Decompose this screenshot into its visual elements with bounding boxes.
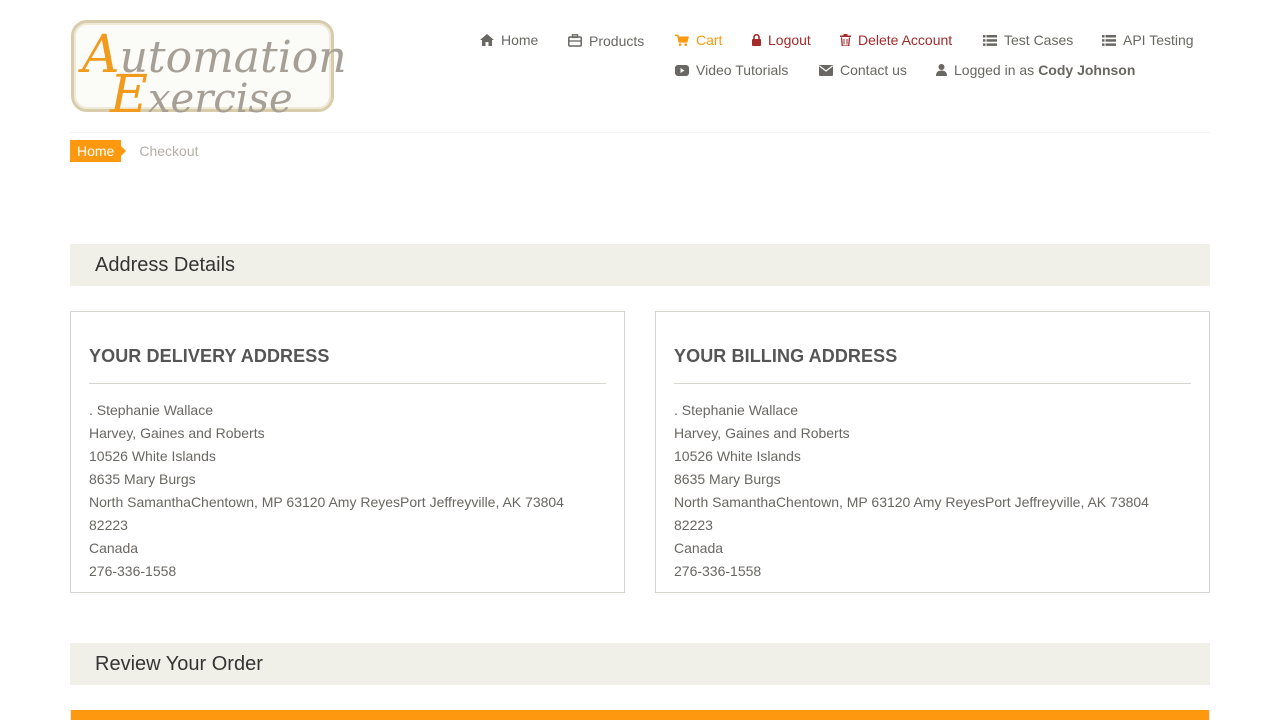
delivery-city-state: North SamanthaChentown, MP 63120 Amy Rey… [89,494,564,510]
nav-logout[interactable]: Logout [752,32,811,48]
nav-products[interactable]: Products [568,32,645,49]
delivery-address-box: YOUR DELIVERY ADDRESS . Stephanie Wallac… [70,311,625,593]
list-icon [983,33,997,47]
billing-name: . Stephanie Wallace [674,402,798,418]
delivery-address-lines: . Stephanie Wallace Harvey, Gaines and R… [89,399,606,583]
nav-delete-account[interactable]: Delete Account [840,32,952,48]
shopping-cart-icon [675,33,689,47]
billing-address1: 10526 White Islands [674,448,801,464]
address-details-heading: Address Details [70,244,1210,286]
logo-line-2: Exercise [110,65,293,125]
logged-in-prefix: Logged in as [954,62,1035,78]
delivery-address1: 10526 White Islands [89,448,216,464]
billing-company: Harvey, Gaines and Roberts [674,425,850,441]
breadcrumb: Home Checkout [70,140,199,162]
envelope-icon [819,63,833,77]
billing-city-state: North SamanthaChentown, MP 63120 Amy Rey… [674,494,1149,510]
nav-products-label: Products [589,33,645,49]
delivery-zipcode: 82223 [89,517,128,533]
nav-cart-label: Cart [696,32,723,48]
delivery-country: Canada [89,540,139,556]
billing-zipcode: 82223 [674,517,713,533]
trash-icon [840,33,851,47]
user-icon [936,63,947,77]
breadcrumb-home-link[interactable]: Home [70,140,127,162]
nav-contact-us[interactable]: Contact us [819,62,907,78]
nav-cart[interactable]: Cart [675,32,722,48]
billing-address2: 8635 Mary Burgs [674,471,781,487]
nav-video-tutorials[interactable]: Video Tutorials [675,62,788,78]
briefcase-icon [568,33,582,47]
nav-contact-us-label: Contact us [840,62,907,78]
review-order-heading: Review Your Order [70,643,1210,685]
delivery-name: . Stephanie Wallace [89,402,213,418]
delivery-address-divider [89,383,606,384]
delivery-company: Harvey, Gaines and Roberts [89,425,265,441]
nav-api-testing[interactable]: API Testing [1102,32,1194,48]
delivery-address-title: YOUR DELIVERY ADDRESS [89,346,330,366]
home-icon [480,33,494,47]
breadcrumb-current: Checkout [139,143,199,159]
billing-address-lines: . Stephanie Wallace Harvey, Gaines and R… [674,399,1191,583]
nav-video-tutorials-label: Video Tutorials [696,62,789,78]
nav-home[interactable]: Home [480,32,538,48]
delivery-address2: 8635 Mary Burgs [89,471,196,487]
lock-icon [752,33,761,47]
nav-test-cases-label: Test Cases [1004,32,1074,48]
youtube-play-icon [675,63,689,77]
nav-delete-account-label: Delete Account [858,32,953,48]
billing-address-divider [674,383,1191,384]
header-divider [70,132,1210,133]
nav-logout-label: Logout [768,32,811,48]
nav-api-testing-label: API Testing [1123,32,1194,48]
billing-address-box: YOUR BILLING ADDRESS . Stephanie Wallace… [655,311,1210,593]
list-icon [1102,33,1116,47]
logged-in-username: Cody Johnson [1038,62,1136,78]
nav-test-cases[interactable]: Test Cases [983,32,1073,48]
nav-home-label: Home [501,32,539,48]
nav-logged-in-as: Logged in as Cody Johnson [936,62,1135,78]
site-logo[interactable]: Automation Exercise [71,20,347,125]
billing-phone: 276-336-1558 [674,563,762,579]
billing-country: Canada [674,540,724,556]
order-table-header [70,710,1210,720]
delivery-phone: 276-336-1558 [89,563,177,579]
billing-address-title: YOUR BILLING ADDRESS [674,346,898,366]
